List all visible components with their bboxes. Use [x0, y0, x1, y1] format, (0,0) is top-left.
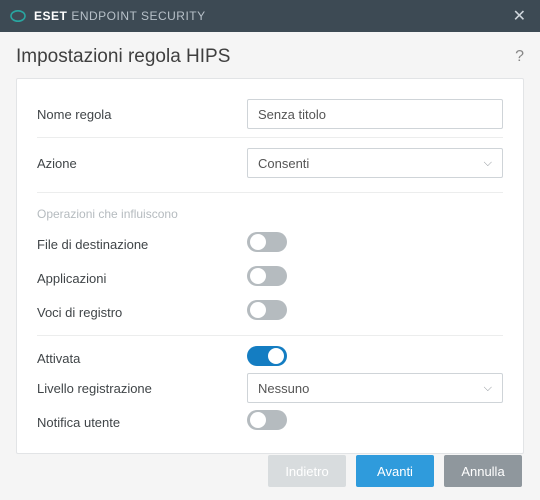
page-title: Impostazioni regola HIPS: [16, 46, 230, 68]
titlebar-left: ESET ENDPOINT SECURITY: [10, 8, 206, 24]
page-header: Impostazioni regola HIPS ?: [16, 46, 524, 68]
page: Impostazioni regola HIPS ? Nome regola A…: [0, 32, 540, 454]
toggle-applications[interactable]: [247, 266, 287, 286]
help-icon[interactable]: ?: [515, 48, 524, 66]
row-registry: Voci di registro: [37, 295, 503, 329]
label-log-level: Livello registrazione: [37, 381, 247, 396]
titlebar: ESET ENDPOINT SECURITY ✕: [0, 0, 540, 32]
row-log-level: Livello registrazione Nessuno ⌵: [37, 371, 503, 405]
action-select-value: Consenti: [258, 156, 309, 171]
cancel-button[interactable]: Annulla: [444, 455, 522, 487]
brand-strong: ESET: [34, 9, 67, 23]
brand-rest: ENDPOINT SECURITY: [71, 9, 205, 23]
footer: Indietro Avanti Annulla: [0, 442, 540, 500]
row-action: Azione Consenti ⌵: [37, 137, 503, 178]
toggle-enabled[interactable]: [247, 346, 287, 366]
chevron-down-icon: ⌵: [484, 382, 492, 395]
toggle-notify[interactable]: [247, 410, 287, 430]
label-target-files: File di destinazione: [37, 237, 247, 252]
label-rule-name: Nome regola: [37, 107, 247, 122]
row-notify: Notifica utente: [37, 405, 503, 439]
back-button: Indietro: [268, 455, 346, 487]
label-enabled: Attivata: [37, 351, 247, 366]
label-notify: Notifica utente: [37, 415, 247, 430]
eset-logo-icon: [10, 8, 26, 24]
toggle-target-files[interactable]: [247, 232, 287, 252]
label-action: Azione: [37, 156, 247, 171]
section-operations: Operazioni che influiscono: [37, 192, 503, 221]
chevron-down-icon: ⌵: [484, 157, 492, 170]
row-enabled: Attivata: [37, 335, 503, 371]
brand-logo: [10, 8, 26, 24]
row-target-files: File di destinazione: [37, 227, 503, 261]
close-icon[interactable]: ✕: [509, 6, 530, 26]
row-applications: Applicazioni: [37, 261, 503, 295]
log-level-value: Nessuno: [258, 381, 309, 396]
settings-panel: Nome regola Azione Consenti ⌵ Operazioni…: [16, 78, 524, 454]
toggle-registry[interactable]: [247, 300, 287, 320]
next-button[interactable]: Avanti: [356, 455, 434, 487]
label-registry: Voci di registro: [37, 305, 247, 320]
brand-text: ESET ENDPOINT SECURITY: [34, 9, 206, 23]
log-level-select[interactable]: Nessuno ⌵: [247, 373, 503, 403]
action-select[interactable]: Consenti ⌵: [247, 148, 503, 178]
rule-name-input[interactable]: [247, 99, 503, 129]
row-rule-name: Nome regola: [37, 97, 503, 131]
label-applications: Applicazioni: [37, 271, 247, 286]
